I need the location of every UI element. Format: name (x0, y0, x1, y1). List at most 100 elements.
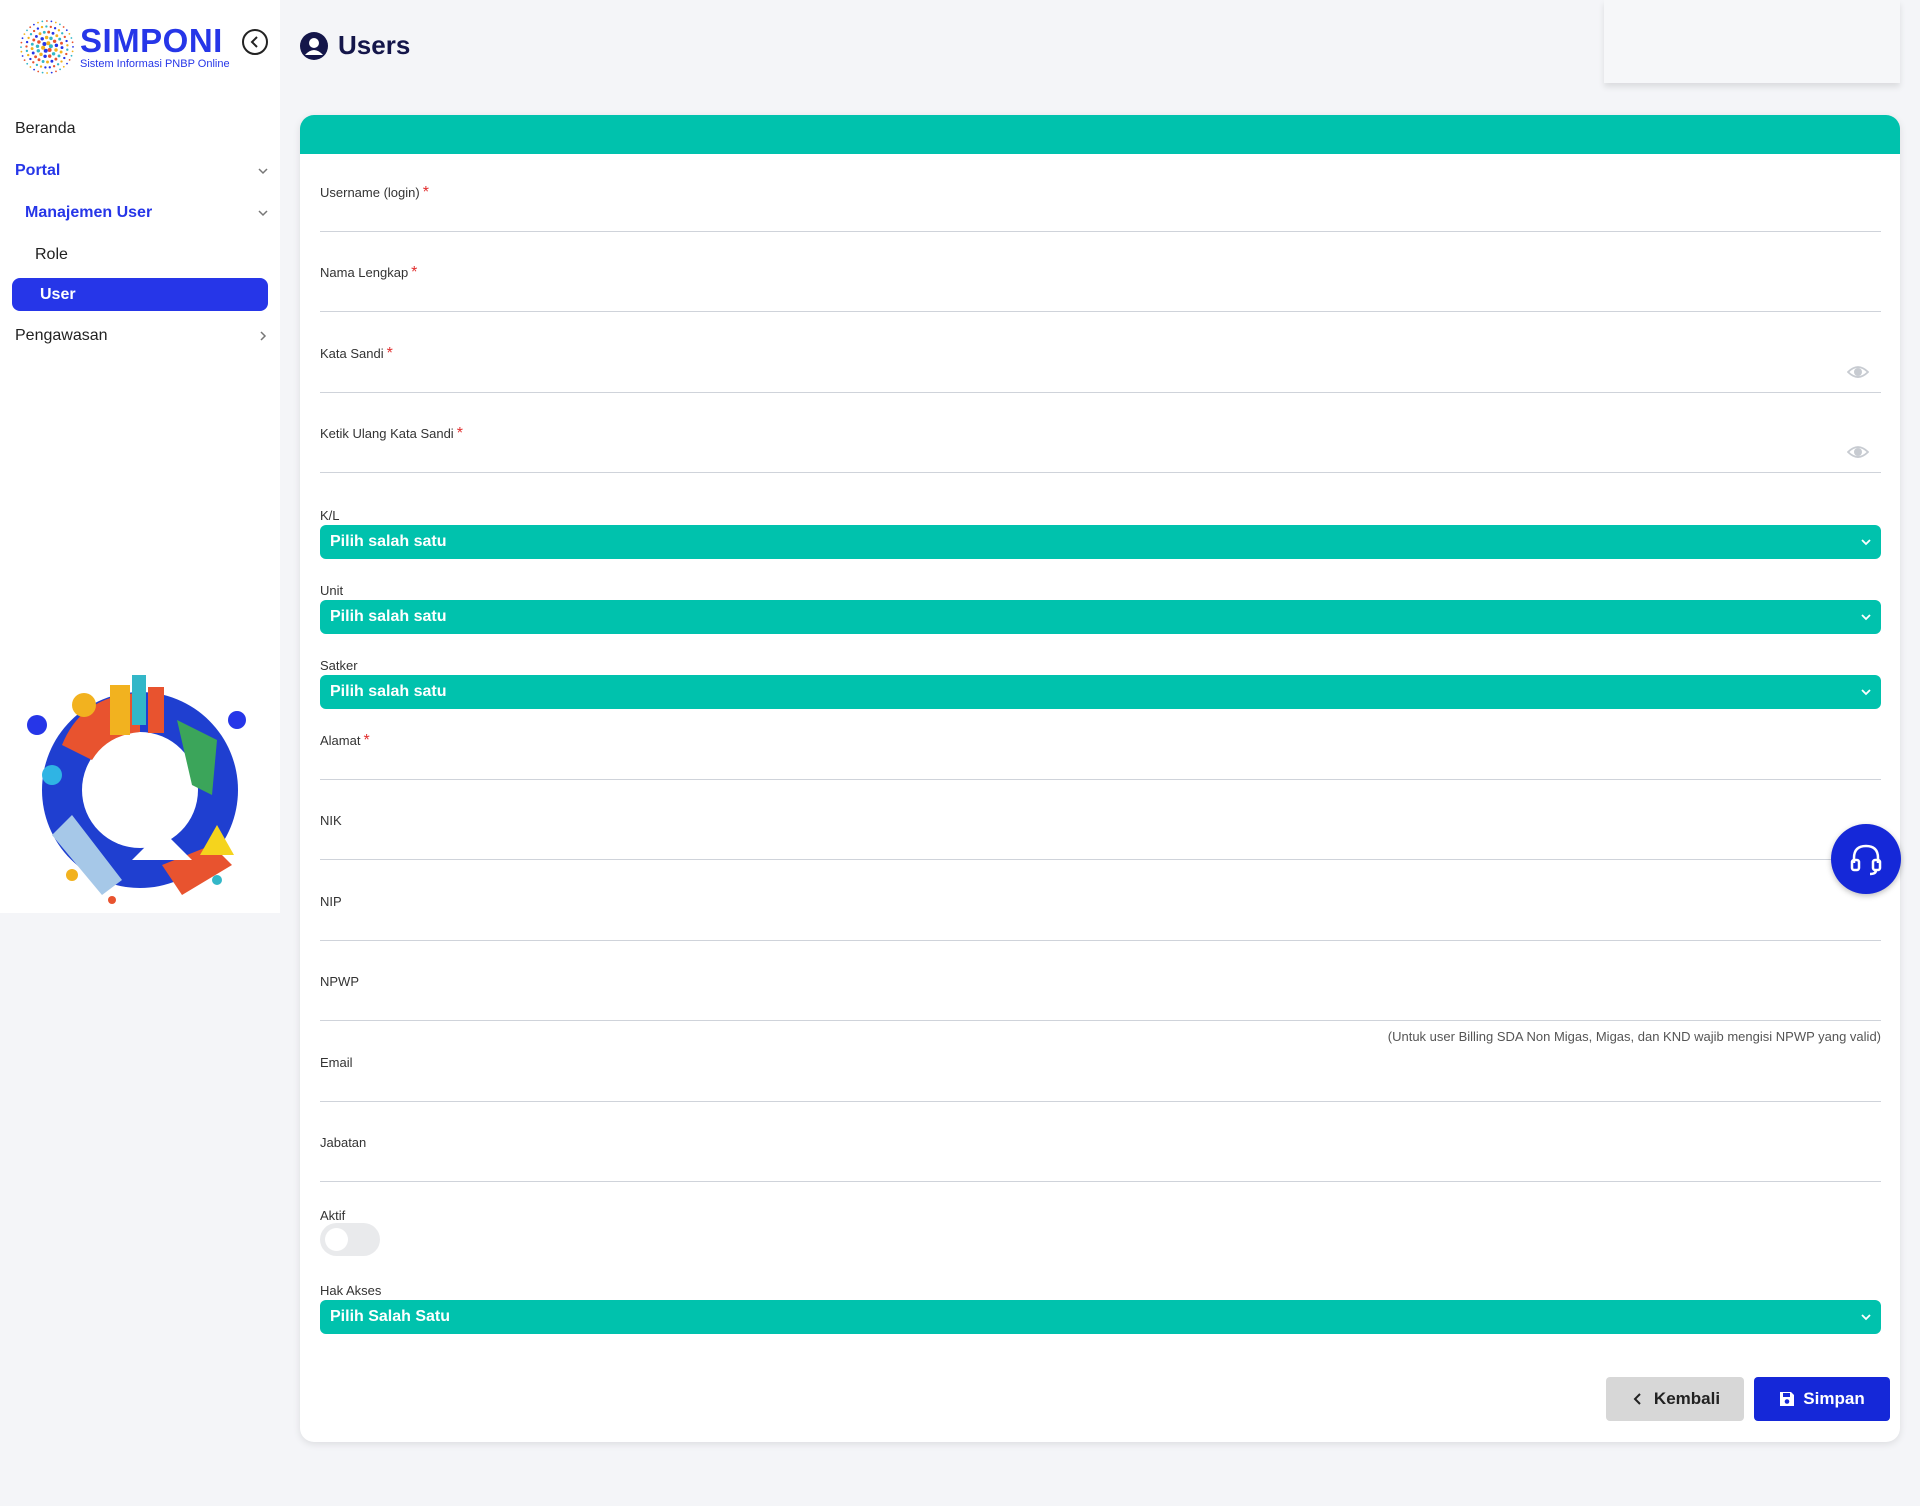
jabatan-field[interactable]: Jabatan (320, 1134, 1881, 1184)
nama-lengkap-label: Nama Lengkap (320, 265, 409, 280)
page-title-text: Users (338, 30, 411, 60)
chevron-down-icon (1861, 539, 1871, 546)
satker-selected-value: Pilih salah satu (330, 683, 447, 700)
sidebar-item-pengawasan[interactable]: Pengawasan (0, 315, 280, 357)
input-underline (320, 940, 1881, 941)
nik-label: NIK (320, 813, 342, 828)
simpan-button[interactable]: Simpan (1754, 1377, 1890, 1421)
kl-label: K/L (320, 508, 340, 523)
page-title: Users (300, 30, 410, 61)
npwp-hint: (Untuk user Billing SDA Non Migas, Migas… (1387, 1029, 1881, 1044)
hak-akses-select[interactable]: Pilih Salah Satu (320, 1300, 1881, 1334)
input-underline (320, 231, 1881, 232)
help-chat-button[interactable] (1831, 824, 1901, 894)
eye-icon[interactable] (1847, 361, 1869, 383)
user-form-card: Username (login) * Nama Lengkap * Kata San… (300, 115, 1900, 1442)
sidebar-nav: Beranda Portal Manajemen User Role User … (0, 108, 280, 357)
sidebar: SIMPONI Sistem Informasi PNBP Online Ber… (0, 0, 280, 913)
nik-field[interactable]: NIK (320, 812, 1881, 862)
unit-field: Unit Pilih salah satu (320, 582, 1881, 634)
unit-selected-value: Pilih salah satu (330, 608, 447, 625)
required-marker: * (422, 184, 429, 201)
headset-icon (1850, 844, 1882, 876)
ketik-ulang-kata-sandi-label: Ketik Ulang Kata Sandi (320, 426, 454, 441)
sidebar-item-portal[interactable]: Portal (0, 150, 280, 192)
alamat-field[interactable]: Alamat * (320, 732, 1881, 782)
kata-sandi-label: Kata Sandi (320, 346, 384, 361)
alamat-label: Alamat (320, 733, 361, 748)
sidebar-item-label: Portal (15, 162, 61, 179)
collapse-sidebar-button[interactable] (242, 29, 268, 55)
email-label: Email (320, 1055, 353, 1070)
ketik-ulang-kata-sandi-field[interactable]: Ketik Ulang Kata Sandi * (320, 425, 1881, 475)
brand-tagline: Sistem Informasi PNBP Online (80, 58, 230, 70)
sidebar-item-label: User (40, 285, 76, 303)
kata-sandi-field[interactable]: Kata Sandi * (320, 345, 1881, 395)
kembali-button[interactable]: Kembali (1606, 1377, 1744, 1421)
required-marker: * (363, 732, 370, 749)
header-panel (1604, 0, 1900, 83)
sidebar-item-label: Manajemen User (25, 204, 153, 221)
hak-akses-field: Hak Akses Pilih Salah Satu (320, 1282, 1881, 1334)
email-field[interactable]: Email (320, 1054, 1881, 1104)
input-underline (320, 392, 1881, 393)
kl-field: K/L Pilih salah satu (320, 507, 1881, 559)
kl-selected-value: Pilih salah satu (330, 533, 447, 550)
chevron-down-icon (1861, 614, 1871, 621)
card-header (300, 115, 1900, 154)
aktif-label: Aktif (320, 1208, 346, 1223)
input-underline (320, 1020, 1881, 1021)
required-marker: * (456, 425, 463, 442)
kl-select[interactable]: Pilih salah satu (320, 525, 1881, 559)
input-underline (320, 1101, 1881, 1102)
chevron-down-icon (258, 168, 268, 175)
save-icon (1780, 1392, 1795, 1406)
nip-field[interactable]: NIP (320, 893, 1881, 943)
logo[interactable]: SIMPONI Sistem Informasi PNBP Online (18, 18, 230, 76)
hak-akses-selected-value: Pilih Salah Satu (330, 1308, 451, 1325)
required-marker: * (386, 345, 393, 362)
simponi-logo-icon (20, 20, 74, 74)
chevron-right-icon (260, 331, 267, 341)
sidebar-item-role[interactable]: Role (0, 234, 280, 276)
jabatan-label: Jabatan (320, 1135, 367, 1150)
user-circle-icon (300, 31, 328, 60)
unit-label: Unit (320, 583, 344, 598)
kembali-label: Kembali (1653, 1389, 1721, 1408)
toggle-knob (325, 1228, 348, 1251)
satker-label: Satker (320, 658, 358, 673)
input-underline (320, 779, 1881, 780)
input-underline (320, 311, 1881, 312)
npwp-field[interactable]: NPWP (Untuk user Billing SDA Non Migas, … (320, 973, 1881, 1044)
hak-akses-label: Hak Akses (320, 1283, 382, 1298)
nip-label: NIP (320, 894, 342, 909)
chevron-down-icon (1861, 689, 1871, 696)
chevron-left-icon (250, 36, 258, 48)
simpan-label: Simpan (1803, 1389, 1865, 1408)
input-underline (320, 1181, 1881, 1182)
chevron-left-icon (1633, 1393, 1641, 1405)
username-field[interactable]: Username (login) * (320, 184, 1881, 234)
satker-select[interactable]: Pilih salah satu (320, 675, 1881, 709)
input-underline (320, 859, 1881, 860)
sidebar-item-beranda[interactable]: Beranda (0, 108, 280, 150)
sidebar-illustration (27, 675, 246, 904)
username-label: Username (login) (320, 185, 420, 200)
nama-lengkap-field[interactable]: Nama Lengkap * (320, 264, 1881, 314)
brand-name: SIMPONI (80, 22, 223, 59)
sidebar-item-label: Pengawasan (15, 327, 108, 344)
chevron-down-icon (1861, 1314, 1871, 1321)
sidebar-item-user[interactable]: User (12, 278, 268, 311)
input-underline (320, 472, 1881, 473)
satker-field: Satker Pilih salah satu (320, 657, 1881, 709)
sidebar-item-label: Role (35, 246, 68, 263)
sidebar-item-manajemen-user[interactable]: Manajemen User (0, 192, 280, 234)
aktif-toggle[interactable] (320, 1223, 380, 1256)
npwp-label: NPWP (320, 974, 359, 989)
chevron-down-icon (258, 210, 268, 217)
unit-select[interactable]: Pilih salah satu (320, 600, 1881, 634)
sidebar-item-label: Beranda (15, 120, 76, 137)
eye-icon[interactable] (1847, 441, 1869, 463)
aktif-field: Aktif (320, 1207, 1881, 1262)
required-marker: * (411, 264, 418, 281)
